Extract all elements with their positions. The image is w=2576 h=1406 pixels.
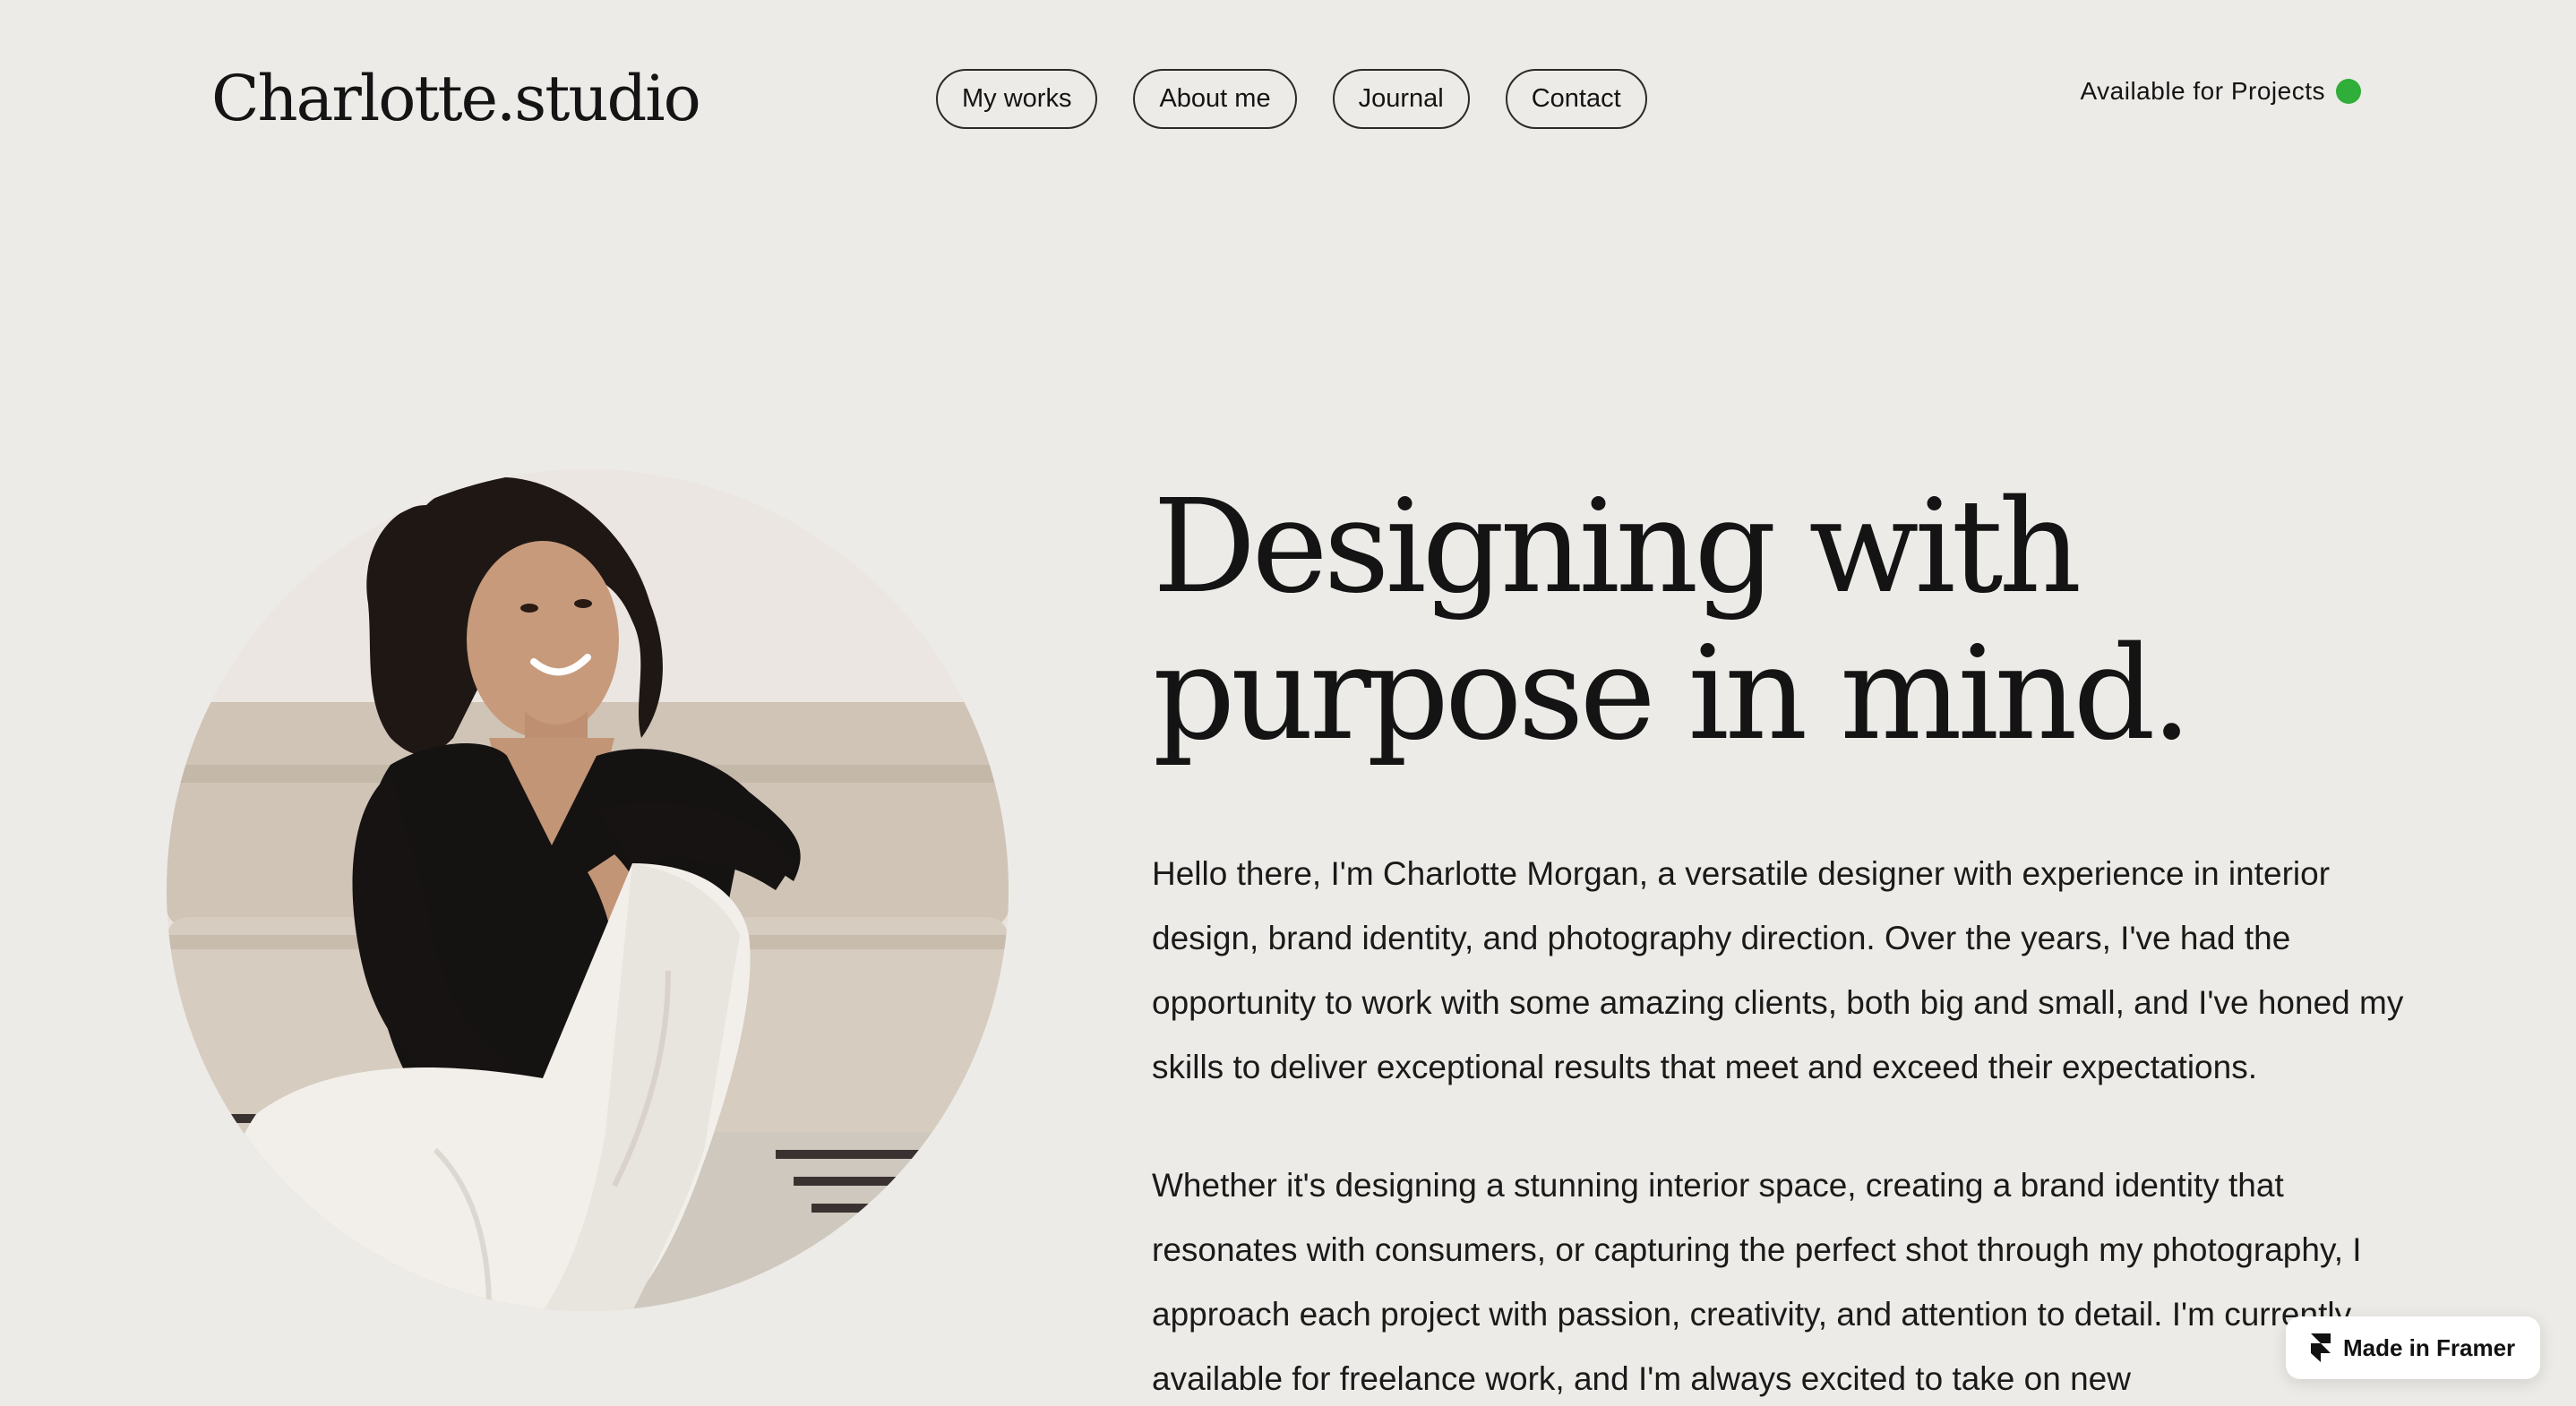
- headline-line-2: purpose in mind.: [1153, 618, 2192, 768]
- framer-logo-icon: [2311, 1333, 2331, 1362]
- bio-paragraph-1: Hello there, I'm Charlotte Morgan, a ver…: [1152, 855, 2404, 1085]
- made-in-framer-badge[interactable]: Made in Framer: [2286, 1316, 2540, 1379]
- main-nav: My works About me Journal Contact: [936, 69, 1647, 129]
- page: Charlotte.studio My works About me Journ…: [0, 0, 2576, 1406]
- availability-status: Available for Projects: [2080, 77, 2361, 106]
- portrait-photo: [167, 469, 1009, 1311]
- status-dot-icon: [2336, 79, 2361, 104]
- nav-about-me-button[interactable]: About me: [1133, 69, 1297, 129]
- site-logo[interactable]: Charlotte.studio: [211, 59, 701, 138]
- nav-contact-button[interactable]: Contact: [1505, 69, 1647, 129]
- made-in-framer-label: Made in Framer: [2343, 1333, 2516, 1361]
- nav-my-works-button[interactable]: My works: [936, 69, 1098, 129]
- hero-headline: Designing with purpose in mind.: [1153, 473, 2407, 767]
- availability-label: Available for Projects: [2080, 77, 2325, 105]
- nav-journal-button[interactable]: Journal: [1332, 69, 1470, 129]
- headline-line-1: Designing with: [1153, 471, 2082, 622]
- bio-paragraph-2: Whether it's designing a stunning interi…: [1152, 1167, 2362, 1397]
